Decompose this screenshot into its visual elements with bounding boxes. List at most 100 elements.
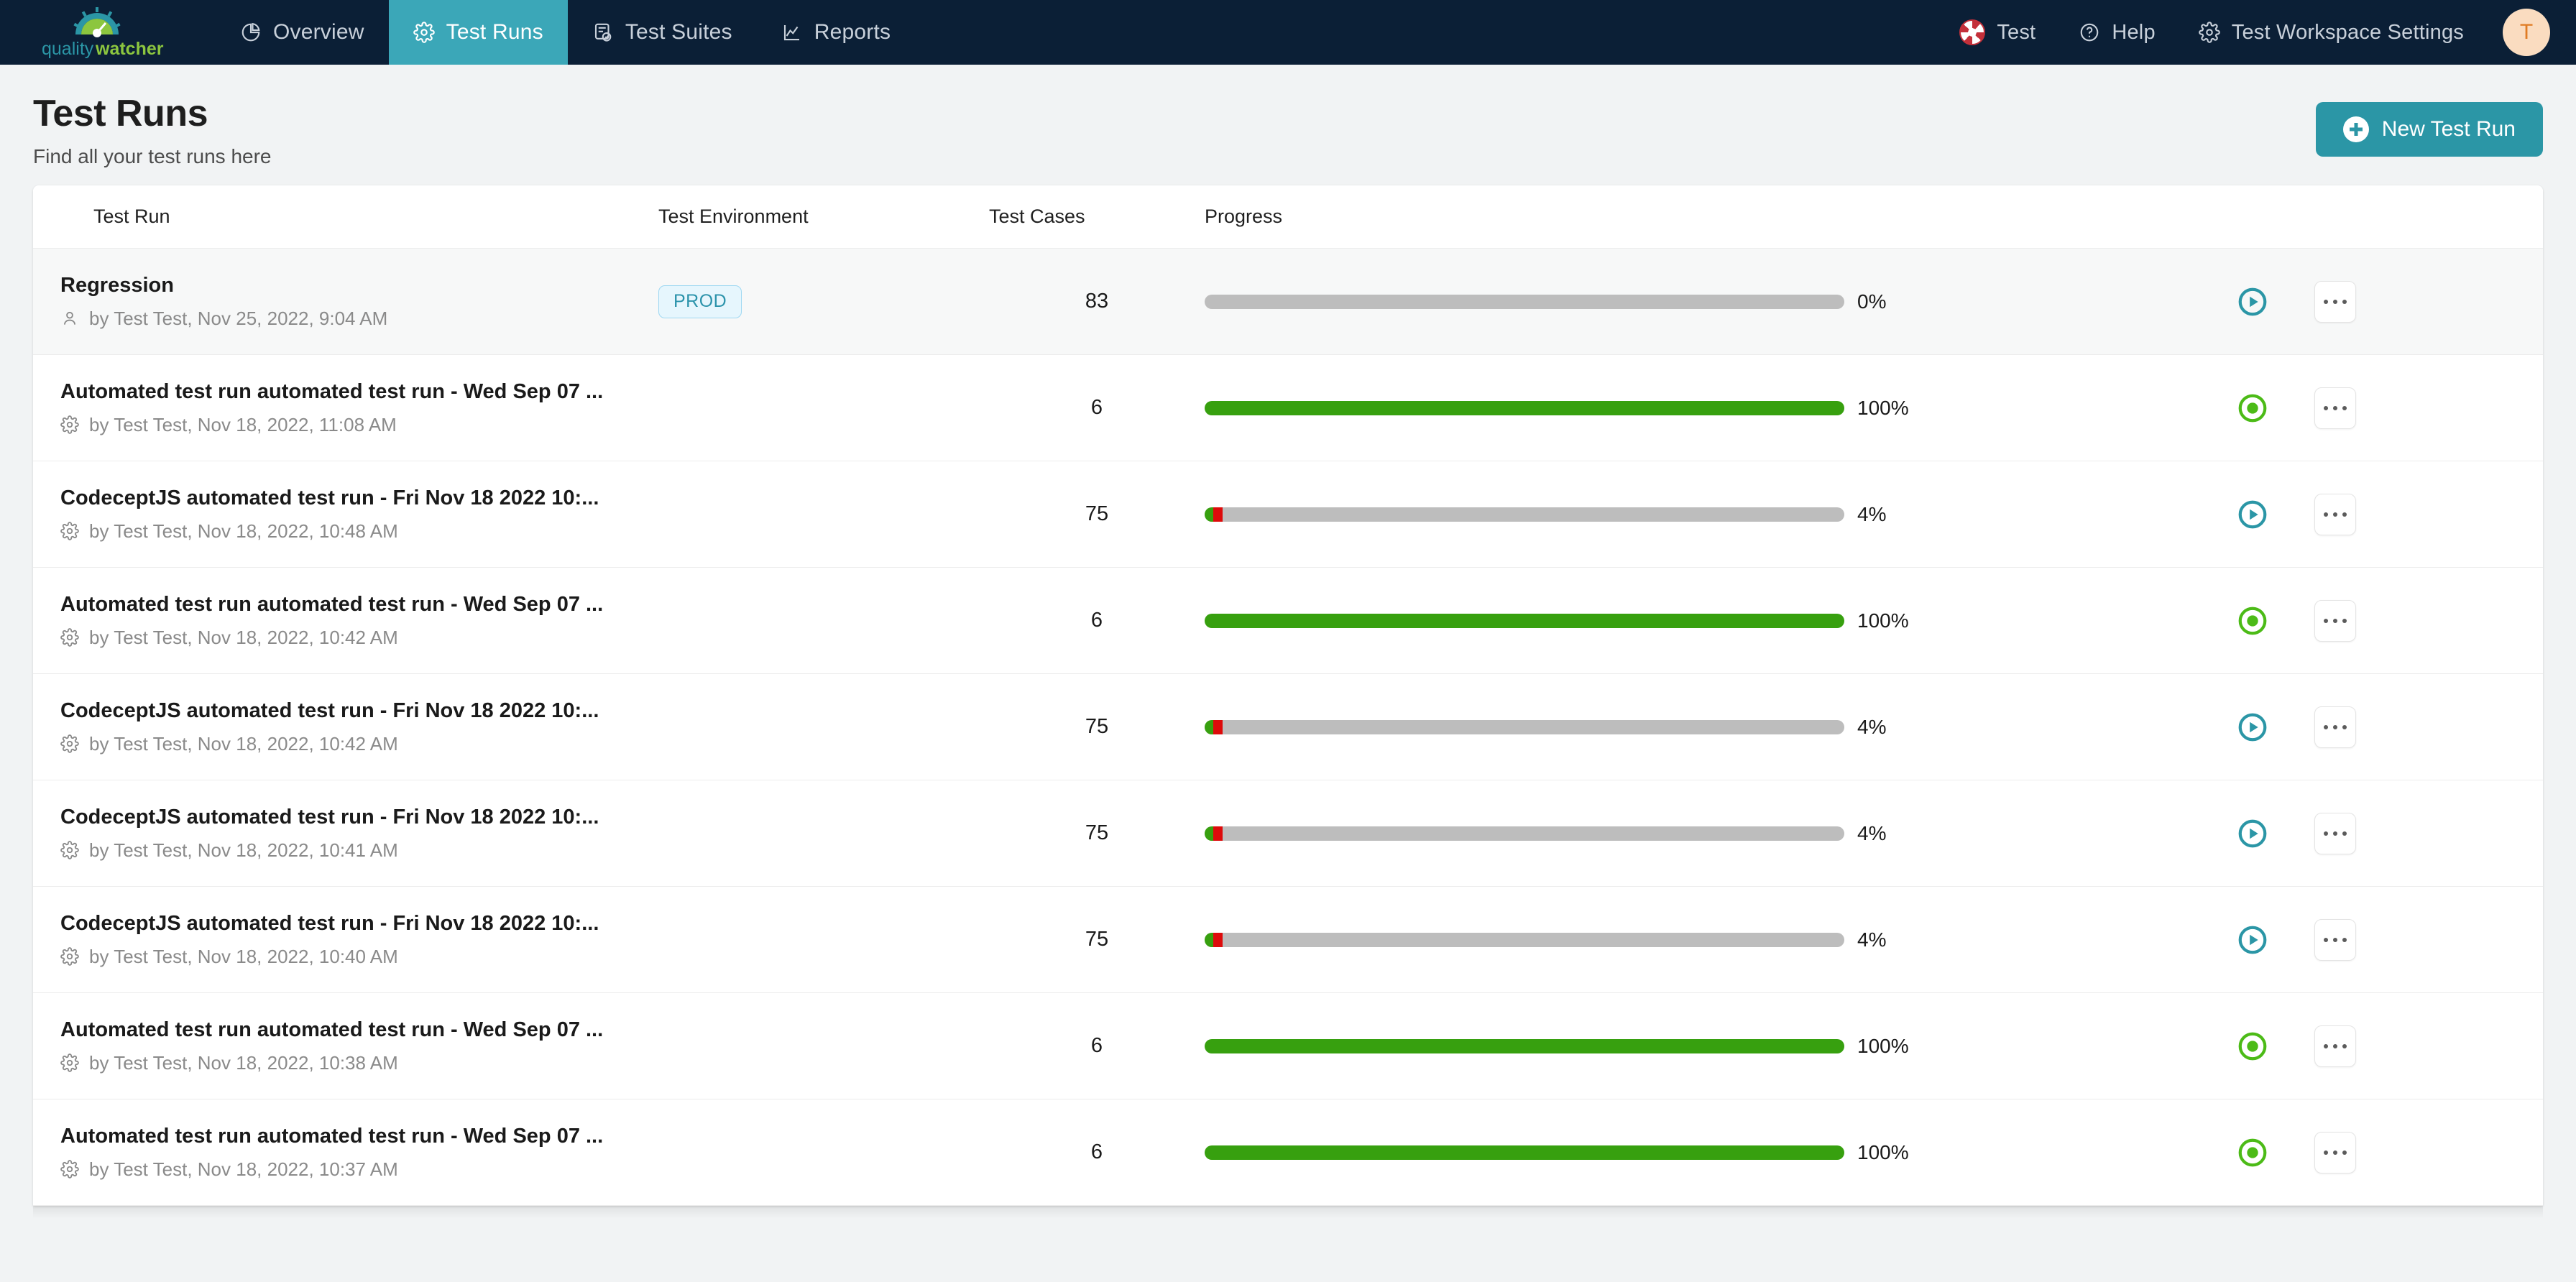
nav-item-workspace-settings[interactable]: Test Workspace Settings [2177,21,2485,45]
row-actions [2046,493,2543,535]
row-actions [2046,812,2543,854]
record-circle-icon[interactable] [2232,1133,2273,1173]
test-run-meta: by Test Test, Nov 18, 2022, 10:42 AM [60,627,658,649]
test-run-title[interactable]: Automated test run automated test run - … [60,1125,658,1148]
nav-item-test-project[interactable]: Test [1938,19,2057,45]
test-run-title[interactable]: Automated test run automated test run - … [60,1018,658,1042]
table-row[interactable]: Regression by Test Test, Nov 25, 2022, 9:… [33,249,2543,355]
play-circle-icon[interactable] [2232,494,2273,535]
dot-icon [2342,831,2347,836]
row-more-options-button[interactable] [2314,493,2356,535]
environment-badge: PROD [658,285,742,318]
test-run-author-date: by Test Test, Nov 25, 2022, 9:04 AM [89,307,388,329]
dot-icon [2333,937,2337,942]
gear-icon [60,1053,79,1072]
column-header-progress: Progress [1205,206,1283,227]
brand-logo-qualitywatcher[interactable]: quality watcher [0,0,216,65]
play-circle-icon[interactable] [2232,707,2273,747]
new-test-run-button[interactable]: New Test Run [2315,102,2543,157]
primary-nav: Overview Test Runs Test Suites Reports [216,0,915,65]
nav-item-reports[interactable]: Reports [757,0,915,65]
row-more-options-button[interactable] [2314,599,2356,642]
gear-icon [2199,22,2220,43]
progress-bar [1205,507,1844,522]
nav-item-test-runs[interactable]: Test Runs [388,0,568,65]
test-run-author-date: by Test Test, Nov 18, 2022, 10:42 AM [89,626,398,648]
test-run-title[interactable]: Regression [60,274,658,298]
test-cases-count: 75 [1085,502,1109,525]
test-run-meta: by Test Test, Nov 25, 2022, 9:04 AM [60,308,658,330]
dot-icon [2324,724,2328,729]
progress-bar [1205,719,1844,734]
test-run-title[interactable]: CodeceptJS automated test run - Fri Nov … [60,486,658,510]
table-row[interactable]: Automated test run automated test run - … [33,993,2543,1099]
progress-bar [1205,400,1844,415]
test-run-title[interactable]: CodeceptJS automated test run - Fri Nov … [60,699,658,723]
row-more-options-button[interactable] [2314,1131,2356,1173]
gear-icon [60,947,79,966]
progress-cell: 100% [1205,609,2046,632]
test-run-cell: Automated test run automated test run - … [33,380,658,436]
row-actions [2046,1131,2543,1173]
row-more-options-button[interactable] [2314,706,2356,748]
row-more-options-button[interactable] [2314,387,2356,429]
row-more-options-button[interactable] [2314,280,2356,323]
dot-icon [2342,299,2347,304]
table-row[interactable]: Automated test run automated test run - … [33,355,2543,461]
dot-icon [2324,405,2328,410]
page-subtitle: Find all your test runs here [33,145,272,167]
avatar[interactable]: T [2503,9,2550,56]
nav-item-overview[interactable]: Overview [216,0,389,65]
table-row[interactable]: Automated test run automated test run - … [33,568,2543,674]
progress-cell: 4% [1205,503,2046,526]
user-icon [60,309,79,328]
test-cases-cell: 75 [989,715,1205,739]
dot-icon [2333,1043,2337,1048]
test-run-cell: Automated test run automated test run - … [33,1125,658,1181]
nav-label: Test [1997,20,2036,44]
test-run-title[interactable]: Automated test run automated test run - … [60,380,658,404]
dot-icon [2342,1043,2347,1048]
test-run-title[interactable]: Automated test run automated test run - … [60,593,658,617]
record-circle-icon[interactable] [2232,1026,2273,1066]
dot-icon [2324,1043,2328,1048]
nav-item-help[interactable]: Help [2057,21,2176,45]
pie-chart-icon [240,22,262,43]
qualitywatcher-logo-icon: quality watcher [42,7,164,59]
table-row[interactable]: Automated test run automated test run - … [33,1099,2543,1206]
play-circle-icon[interactable] [2232,920,2273,960]
row-more-options-button[interactable] [2314,1025,2356,1067]
progress-cell: 100% [1205,1035,2046,1058]
nav-label: Overview [273,20,364,44]
play-circle-icon[interactable] [2232,282,2273,322]
environment-cell: PROD [658,285,989,318]
row-more-options-button[interactable] [2314,918,2356,961]
test-run-title[interactable]: CodeceptJS automated test run - Fri Nov … [60,912,658,936]
test-run-title[interactable]: CodeceptJS automated test run - Fri Nov … [60,806,658,829]
row-more-options-button[interactable] [2314,812,2356,854]
progress-bar [1205,1145,1844,1160]
table-row[interactable]: CodeceptJS automated test run - Fri Nov … [33,887,2543,993]
progress-label: 100% [1857,1034,1909,1057]
test-cases-count: 83 [1085,290,1109,313]
table-row[interactable]: CodeceptJS automated test run - Fri Nov … [33,674,2543,780]
gear-icon [60,522,79,540]
nav-item-test-suites[interactable]: Test Suites [568,0,757,65]
dot-icon [2324,937,2328,942]
progress-passed-segment [1205,932,1214,947]
play-circle-icon[interactable] [2232,813,2273,854]
table-row[interactable]: CodeceptJS automated test run - Fri Nov … [33,461,2543,568]
progress-cell: 100% [1205,397,2046,420]
test-run-author-date: by Test Test, Nov 18, 2022, 10:41 AM [89,839,398,861]
progress-bar [1205,294,1844,309]
record-circle-icon[interactable] [2232,601,2273,641]
progress-label: 100% [1857,609,1909,632]
table-row[interactable]: CodeceptJS automated test run - Fri Nov … [33,780,2543,887]
column-header-test-cases: Test Cases [989,206,1085,227]
record-circle-icon[interactable] [2232,388,2273,428]
test-run-author-date: by Test Test, Nov 18, 2022, 10:37 AM [89,1158,398,1180]
test-cases-count: 75 [1085,821,1109,844]
row-actions [2046,387,2543,429]
progress-cell: 4% [1205,822,2046,845]
test-cases-cell: 6 [989,396,1205,420]
